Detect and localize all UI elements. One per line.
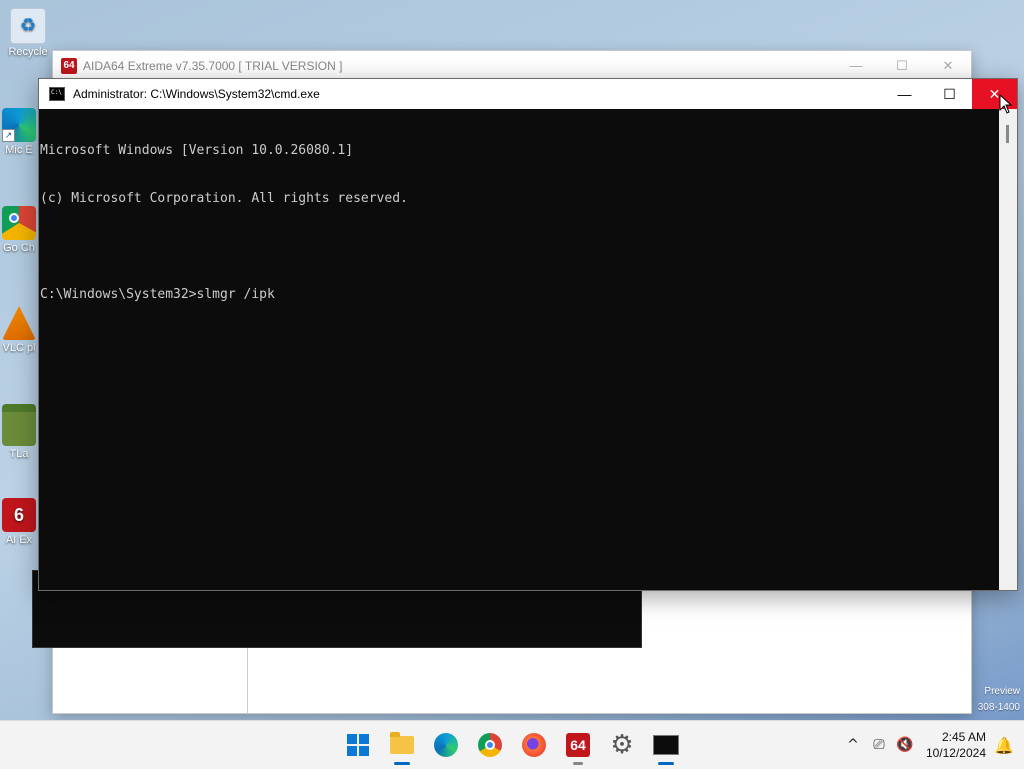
- desktop-icon-recycle-bin[interactable]: ♻ Recycle: [2, 8, 54, 59]
- chrome-icon: [2, 206, 36, 240]
- running-indicator: [394, 762, 410, 765]
- desktop-icon-label: TLa: [9, 448, 29, 460]
- taskbar-chrome-button[interactable]: [468, 721, 512, 769]
- chrome-icon: [478, 733, 502, 757]
- desktop-icon-minecraft[interactable]: TLa: [2, 404, 36, 461]
- aida64-minimize-button[interactable]: —: [833, 58, 879, 74]
- aida64-maximize-button[interactable]: ☐: [879, 58, 925, 74]
- scrollbar-thumb[interactable]: [1006, 125, 1009, 143]
- cmd-minimize-button[interactable]: —: [882, 79, 927, 109]
- taskbar-cmd-button[interactable]: [644, 721, 688, 769]
- desktop-icon-edge[interactable]: ↗ Mic E: [2, 108, 36, 157]
- taskbar: 64 ⚙ ^ ⎚ 🔇 2:45 AM 10/12/2024 🔔: [0, 720, 1024, 769]
- taskbar-settings-button[interactable]: ⚙: [600, 721, 644, 769]
- taskbar-aida64-button[interactable]: 64: [556, 721, 600, 769]
- terminal-icon: [653, 735, 679, 755]
- clock-time: 2:45 AM: [941, 730, 986, 744]
- desktop-icon-vlc[interactable]: VLC pl: [2, 306, 36, 355]
- cmd-maximize-button[interactable]: ☐: [927, 79, 972, 109]
- firefox-icon: [522, 733, 546, 757]
- taskbar-edge-button[interactable]: [424, 721, 468, 769]
- watermark-line-2: 308-1400: [977, 702, 1020, 713]
- edge-icon: ↗: [2, 108, 36, 142]
- console-line: Microsoft Windows [Version 10.0.26080.1]: [40, 143, 354, 158]
- vlc-icon: [2, 306, 36, 340]
- taskbar-clock[interactable]: 2:45 AM 10/12/2024: [926, 729, 986, 761]
- cmd-scrollbar[interactable]: [999, 109, 1017, 590]
- folder-icon: [390, 732, 414, 754]
- edge-icon: [434, 733, 458, 757]
- aida64-icon: 6: [2, 498, 36, 532]
- desktop-icon-chrome[interactable]: Go Ch: [2, 206, 36, 255]
- minecraft-icon: [2, 404, 36, 446]
- gear-icon: ⚙: [610, 730, 634, 760]
- taskbar-firefox-button[interactable]: [512, 721, 556, 769]
- aida64-titlebar[interactable]: 64 AIDA64 Extreme v7.35.7000 [ TRIAL VER…: [53, 51, 971, 80]
- clock-date: 10/12/2024: [925, 746, 986, 760]
- cmd-console-output[interactable]: Microsoft Windows [Version 10.0.26080.1]…: [39, 109, 999, 590]
- recycle-bin-icon: ♻: [10, 8, 46, 44]
- notification-bell-icon[interactable]: 🔔: [994, 736, 1014, 755]
- watermark-line-1: Preview: [984, 686, 1020, 697]
- terminal-icon: [49, 87, 65, 101]
- mouse-cursor-icon: [999, 94, 1013, 114]
- aida64-logo-icon: 64: [61, 57, 77, 74]
- desktop-icon-label: Mic E: [5, 144, 33, 156]
- desktop-icon-label: Recycle: [8, 46, 48, 58]
- desktop-icon-label: AI Ex: [5, 534, 33, 546]
- desktop-icon-aida64[interactable]: 6 AI Ex: [2, 498, 36, 547]
- desktop-icon-label: VLC pl: [2, 342, 36, 354]
- chevron-up-icon[interactable]: ^: [840, 737, 866, 753]
- aida64-close-button[interactable]: ✕: [925, 58, 971, 74]
- cmd-window-title: Administrator: C:\Windows\System32\cmd.e…: [73, 87, 320, 101]
- system-tray: ^ ⎚ 🔇 2:45 AM 10/12/2024 🔔: [840, 721, 1024, 769]
- cmd-window[interactable]: Administrator: C:\Windows\System32\cmd.e…: [38, 78, 1018, 591]
- desktop-icon-label: Go Ch: [3, 242, 35, 254]
- taskbar-file-explorer-button[interactable]: [380, 721, 424, 769]
- cmd-titlebar[interactable]: Administrator: C:\Windows\System32\cmd.e…: [39, 79, 1017, 109]
- windows-start-icon: [347, 734, 369, 756]
- speaker-muted-icon[interactable]: 🔇: [892, 737, 918, 753]
- taskbar-start-button[interactable]: [336, 721, 380, 769]
- console-prompt-line: C:\Windows\System32>slmgr /ipk: [40, 287, 275, 302]
- aida64-pane-divider: [247, 641, 248, 713]
- aida64-window-title: AIDA64 Extreme v7.35.7000 [ TRIAL VERSIO…: [83, 58, 343, 73]
- aida64-icon: 64: [566, 733, 590, 757]
- network-icon[interactable]: ⎚: [866, 737, 892, 753]
- running-indicator: [658, 762, 674, 765]
- console-line: (c) Microsoft Corporation. All rights re…: [40, 191, 408, 206]
- running-indicator: [573, 762, 583, 765]
